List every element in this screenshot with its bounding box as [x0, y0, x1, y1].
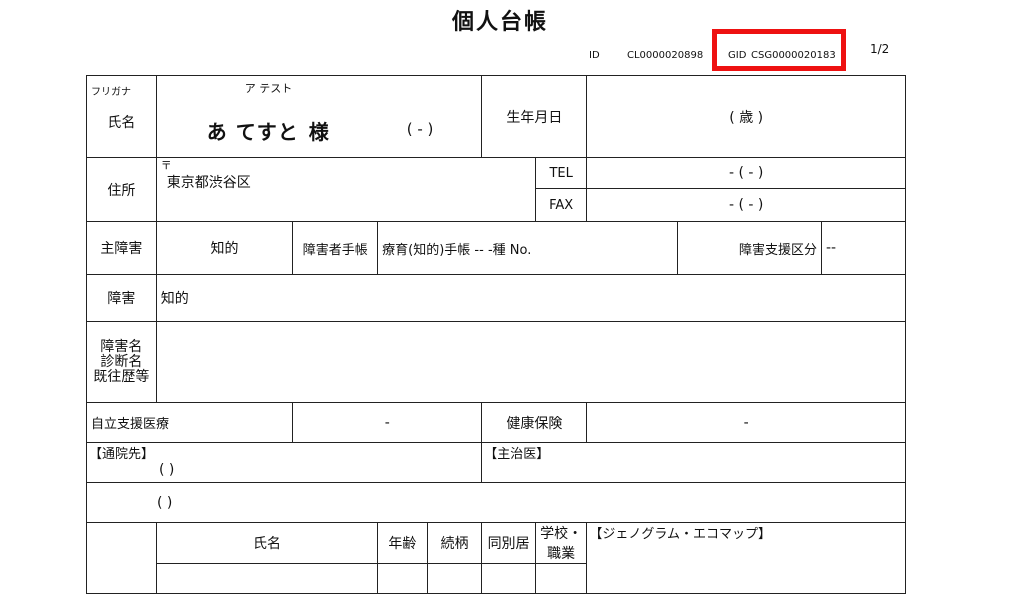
fax-label: FAX — [534, 188, 588, 222]
medical-support-value: - — [292, 402, 483, 443]
family-header-age: 年齢 — [377, 522, 428, 564]
main-disability-value: 知的 — [155, 221, 294, 275]
hospital-row-1-value: ( ) — [159, 462, 175, 478]
hospital-row-1: 【通院先】 ( ) 【主治医】 — [85, 442, 906, 483]
history-label-1: 障害名 — [100, 338, 143, 355]
address-value-cell: 〒 東京都渋谷区 — [155, 157, 536, 222]
furigana-value: ア テスト — [244, 82, 293, 95]
id-value: CL0000020898 — [627, 50, 704, 61]
zip-mark: 〒 — [160, 159, 172, 172]
family-header-row: 氏名 年齢 続柄 同別居 学校・職業 【ジェノグラム・エコマップ】 — [86, 522, 906, 594]
furigana-label: フリガナ — [91, 87, 131, 98]
family-header-residence: 同別居 — [481, 522, 536, 564]
family-cell — [155, 563, 379, 594]
main-disability-label: 主障害 — [86, 221, 157, 275]
family-cell — [426, 563, 483, 594]
name-value-cell: ア テスト あ てすと様 ( - ) — [155, 75, 483, 158]
name-label: 氏名 — [107, 115, 136, 131]
honorific: 様 — [308, 120, 330, 144]
name-paren: ( - ) — [406, 120, 434, 138]
name-label-cell: フリガナ 氏名 — [86, 75, 157, 158]
hospital-row-2-value: ( ) — [86, 482, 906, 523]
support-class-label: 障害支援区分 — [677, 221, 822, 275]
tel-value: - ( - ) — [586, 157, 906, 189]
handbook-label: 障害者手帳 — [292, 221, 379, 275]
main-disability-row: 主障害 知的 障害者手帳 療育(知的)手帳 -- -種 No. 障害支援区分 -… — [86, 221, 907, 275]
fax-value: - ( - ) — [586, 188, 906, 222]
history-row: 障害名 診断名 既往歴等 — [86, 321, 907, 403]
support-class-value: -- — [820, 221, 907, 275]
handbook-value: 療育(知的)手帳 -- -種 No. — [377, 221, 679, 275]
page-indicator: 1/2 — [870, 42, 890, 56]
address-label: 住所 — [86, 157, 157, 222]
insurance-value: - — [586, 402, 906, 443]
name-value: あ てすと — [206, 120, 299, 144]
family-cell — [377, 563, 428, 594]
tel-label: TEL — [534, 157, 588, 189]
history-label-2: 診断名 — [100, 353, 143, 370]
id-label: ID — [589, 50, 600, 61]
hospital-row-2: ( ) — [86, 482, 906, 523]
birth-label: 生年月日 — [481, 75, 588, 158]
personal-ledger-table: フリガナ 氏名 ア テスト あ てすと様 ( - ) 生年月日 ( 歳 ) 住所… — [85, 75, 907, 594]
hospital-cell: 【通院先】 ( ) — [85, 442, 483, 483]
family-side-cell — [86, 522, 157, 594]
family-header-relation: 続柄 — [426, 522, 483, 564]
family-header-occupation: 学校・職業 — [534, 522, 588, 564]
history-value — [155, 321, 907, 403]
history-label-3: 既往歴等 — [93, 368, 150, 385]
disability-type-label: 障害 — [86, 274, 157, 322]
insurance-label: 健康保険 — [481, 402, 588, 443]
age-value: ( 歳 ) — [586, 75, 906, 158]
medical-support-label: 自立支援医療 — [91, 417, 170, 432]
disability-type-row: 障害 知的 — [86, 274, 907, 322]
address-tel-row: 住所 〒 東京都渋谷区 TEL - ( - ) — [86, 157, 906, 222]
medical-support-label-cell: 自立支援医療 — [85, 402, 294, 443]
gid-highlight-box — [712, 29, 846, 71]
name-row: フリガナ 氏名 ア テスト あ てすと様 ( - ) 生年月日 ( 歳 ) — [86, 75, 906, 158]
hospital-label: 【通院先】 — [89, 447, 155, 462]
family-cell — [481, 563, 536, 594]
genogram-label: 【ジェノグラム・エコマップ】 — [586, 522, 906, 594]
address-value: 東京都渋谷区 — [166, 175, 251, 191]
disability-type-value: 知的 — [155, 274, 907, 322]
medical-support-row: 自立支援医療 - 健康保険 - — [85, 402, 906, 443]
family-header-name: 氏名 — [155, 522, 379, 564]
name-value-wrapper: あ てすと様 — [207, 116, 330, 145]
family-cell — [534, 563, 588, 594]
history-label-cell: 障害名 診断名 既往歴等 — [86, 321, 157, 403]
doctor-label: 【主治医】 — [481, 442, 906, 483]
page-title: 個人台帳 — [451, 10, 548, 35]
